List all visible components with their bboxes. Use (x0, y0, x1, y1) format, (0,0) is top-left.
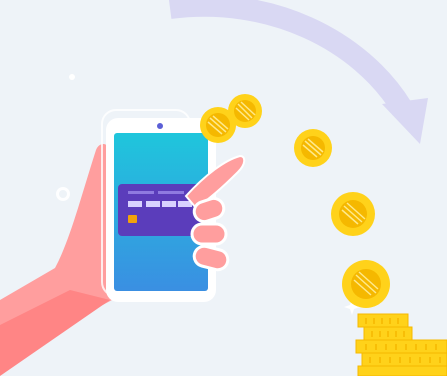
coin-icon (294, 129, 332, 167)
illustration-canvas (0, 0, 447, 376)
card-chip-icon (128, 215, 137, 223)
card-number-block (162, 201, 176, 207)
card-number-block (146, 201, 160, 207)
card-number-block (128, 201, 142, 207)
coin-icon (342, 260, 390, 308)
phone-camera-icon (157, 123, 163, 129)
stack-layer (357, 365, 447, 376)
finger (190, 222, 228, 246)
card-line (158, 191, 184, 194)
stack-layer (361, 352, 447, 367)
hand-fingers (190, 196, 230, 272)
sparkle-center (59, 190, 67, 198)
stack-layer (355, 339, 447, 354)
illustration (0, 0, 447, 376)
coin-icon (228, 94, 262, 128)
card-line (128, 191, 154, 194)
sparkle-dot (69, 74, 75, 80)
coin-icon (331, 192, 375, 236)
